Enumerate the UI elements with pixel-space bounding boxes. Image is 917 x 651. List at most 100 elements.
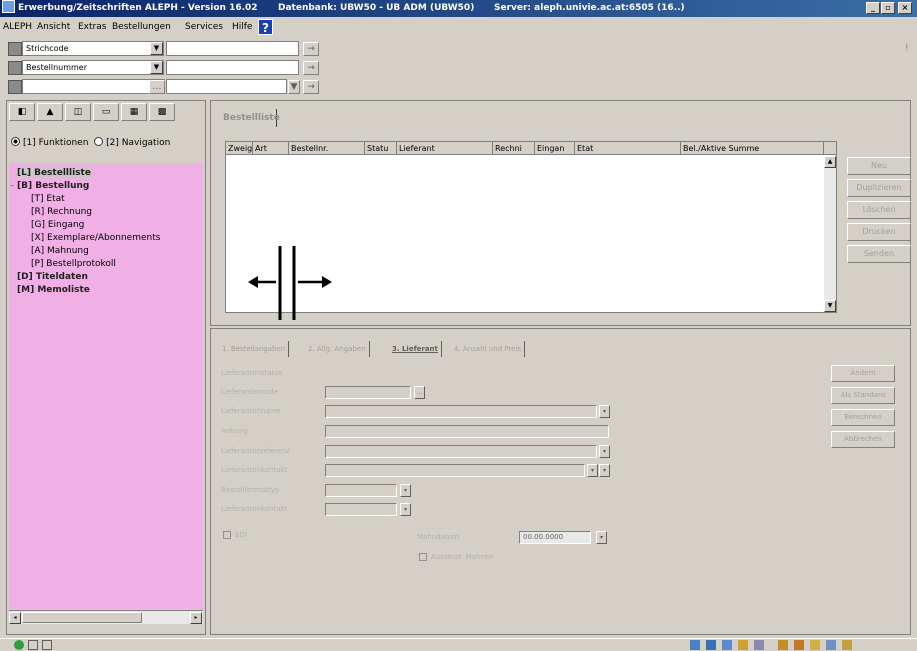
tab-anzahl-preis[interactable]: 4. Anzahl und Preis bbox=[451, 341, 525, 357]
tab-bestellangaben[interactable]: 1. Bestellangaben bbox=[219, 341, 290, 357]
column-header[interactable]: Bestellnr. bbox=[289, 142, 365, 155]
vendor-lookup-button[interactable]: … bbox=[414, 386, 425, 399]
order-format-input[interactable] bbox=[325, 484, 397, 497]
cancel-button[interactable]: Abbrechen bbox=[831, 431, 895, 448]
patron-dropdown-button[interactable]: ▼ bbox=[288, 80, 300, 94]
tab-view-5[interactable]: ▦ bbox=[121, 103, 147, 121]
column-header[interactable]: Eingan bbox=[535, 142, 575, 155]
maximize-button[interactable]: ▫ bbox=[881, 2, 895, 14]
patron-value-input[interactable] bbox=[166, 79, 287, 94]
scroll-thumb[interactable] bbox=[22, 612, 142, 623]
menu-ansicht[interactable]: Ansicht bbox=[37, 17, 70, 37]
tab-view-1[interactable]: ◧ bbox=[9, 103, 35, 121]
scroll-down-icon[interactable]: ▼ bbox=[824, 300, 836, 312]
table-vertical-scrollbar[interactable]: ▲ ▼ bbox=[824, 156, 836, 312]
menu-services[interactable]: Services bbox=[185, 17, 223, 37]
order-format-dropdown[interactable]: ▾ bbox=[400, 484, 411, 497]
tree-item[interactable]: [T] Etat bbox=[31, 194, 65, 204]
column-header[interactable]: Bel./Aktive Summe bbox=[681, 142, 824, 155]
help-icon[interactable]: ? bbox=[258, 19, 273, 35]
scroll-up-icon[interactable]: ▲ bbox=[824, 156, 836, 168]
column-header[interactable]: Art bbox=[253, 142, 289, 155]
menu-aleph[interactable]: ALEPH bbox=[3, 17, 32, 37]
tray-icon[interactable] bbox=[754, 640, 764, 650]
print-button[interactable]: Drucken bbox=[847, 223, 911, 241]
tray-icon[interactable] bbox=[706, 640, 716, 650]
order-number-input[interactable] bbox=[166, 60, 299, 75]
tray-icon[interactable] bbox=[826, 640, 836, 650]
chevron-down-icon[interactable]: ▼ bbox=[150, 42, 163, 55]
tree-item[interactable]: [G] Eingang bbox=[31, 220, 84, 230]
new-button[interactable]: Neu bbox=[847, 157, 911, 175]
attachment-input[interactable] bbox=[325, 425, 609, 438]
delete-button[interactable]: Löschen bbox=[847, 201, 911, 219]
tree-item[interactable]: [P] Bestellprotokoll bbox=[31, 259, 116, 269]
change-button[interactable]: Ändern bbox=[831, 365, 895, 382]
contact-type-input[interactable] bbox=[325, 503, 397, 516]
column-header[interactable]: Etat bbox=[575, 142, 681, 155]
tree-item[interactable]: [D] Titeldaten bbox=[17, 272, 88, 282]
as-default-button[interactable]: Als Standard bbox=[831, 387, 895, 404]
tree-horizontal-scrollbar[interactable]: ◂ ▸ bbox=[9, 610, 203, 624]
patron-lookup-button[interactable]: … bbox=[149, 80, 165, 94]
tray-icon[interactable] bbox=[778, 640, 788, 650]
vendor-contact-input[interactable] bbox=[325, 464, 585, 477]
contact-type-dropdown[interactable]: ▾ bbox=[400, 503, 411, 516]
tray-icon[interactable] bbox=[690, 640, 700, 650]
vendor-contact-more[interactable]: ▾ bbox=[599, 464, 610, 477]
send-button[interactable]: Senden bbox=[847, 245, 911, 263]
order-type-select[interactable]: Bestellnummer ▼ bbox=[22, 60, 164, 75]
menu-extras[interactable]: Extras bbox=[78, 17, 106, 37]
tree-item[interactable]: [R] Rechnung bbox=[31, 207, 92, 217]
chevron-down-icon[interactable]: ▼ bbox=[150, 61, 163, 74]
tab-bestellliste[interactable]: Bestellliste bbox=[219, 109, 280, 127]
menu-bestellungen[interactable]: Bestellungen bbox=[112, 17, 171, 37]
tree-expander-icon[interactable]: – bbox=[10, 181, 15, 191]
column-header[interactable]: Rechni bbox=[493, 142, 535, 155]
tab-view-6[interactable]: ▩ bbox=[149, 103, 175, 121]
barcode-input[interactable] bbox=[166, 41, 299, 56]
date-input[interactable]: 00.00.0000 bbox=[519, 531, 591, 544]
tree-item[interactable]: [M] Memoliste bbox=[17, 285, 90, 295]
vendor-code-input[interactable] bbox=[325, 386, 411, 399]
tab-view-2[interactable]: ▲ bbox=[37, 103, 63, 121]
scroll-left-icon[interactable]: ◂ bbox=[9, 612, 21, 624]
column-header[interactable]: Zweig bbox=[226, 142, 253, 155]
scroll-right-icon[interactable]: ▸ bbox=[190, 612, 202, 624]
tray-icon[interactable] bbox=[842, 640, 852, 650]
calculate-button[interactable]: Berechnen bbox=[831, 409, 895, 426]
tree-item[interactable]: [B] Bestellung bbox=[17, 181, 89, 191]
tray-icon[interactable] bbox=[794, 640, 804, 650]
column-header[interactable]: Lieferant bbox=[397, 142, 493, 155]
vendor-name-dropdown[interactable]: ▾ bbox=[599, 405, 610, 418]
tab-view-3[interactable]: ◫ bbox=[65, 103, 91, 121]
tray-icon[interactable] bbox=[738, 640, 748, 650]
vendor-name-input[interactable] bbox=[325, 405, 597, 418]
tree-item[interactable]: [L] Bestellliste bbox=[17, 168, 91, 178]
tree-item[interactable]: [A] Mahnung bbox=[31, 246, 89, 256]
vendor-contact-dropdown[interactable]: ▾ bbox=[587, 464, 598, 477]
tree-item[interactable]: [X] Exemplare/Abonnements bbox=[31, 233, 160, 243]
tab-allg-angaben[interactable]: 2. Allg. Angaben bbox=[305, 341, 370, 357]
edi-checkbox[interactable] bbox=[223, 531, 231, 539]
menu-hilfe[interactable]: Hilfe bbox=[232, 17, 252, 37]
column-header[interactable]: Statu bbox=[365, 142, 397, 155]
order-go-button[interactable]: → bbox=[303, 61, 319, 75]
vendor-reference-input[interactable] bbox=[325, 445, 597, 458]
patron-input[interactable] bbox=[22, 79, 165, 94]
tab-view-4[interactable]: ▭ bbox=[93, 103, 119, 121]
tray-icon[interactable] bbox=[722, 640, 732, 650]
radio-navigation[interactable] bbox=[94, 137, 104, 146]
tray-icon[interactable] bbox=[810, 640, 820, 650]
date-dropdown[interactable]: ▾ bbox=[596, 531, 607, 544]
minimize-button[interactable]: _ bbox=[866, 2, 880, 14]
search-type-select[interactable]: Strichcode ▼ bbox=[22, 41, 164, 56]
patron-go-button[interactable]: → bbox=[303, 80, 319, 94]
order-list-table[interactable]: Zweig Art Bestellnr. Statu Lieferant Rec… bbox=[225, 141, 837, 320]
tab-lieferant[interactable]: 3. Lieferant bbox=[389, 341, 442, 357]
close-button[interactable]: × bbox=[898, 2, 912, 14]
barcode-go-button[interactable]: → bbox=[303, 42, 319, 56]
vendor-reference-dropdown[interactable]: ▾ bbox=[599, 445, 610, 458]
auto-dun-checkbox[interactable] bbox=[419, 553, 427, 561]
duplicate-button[interactable]: Duplizieren bbox=[847, 179, 911, 197]
